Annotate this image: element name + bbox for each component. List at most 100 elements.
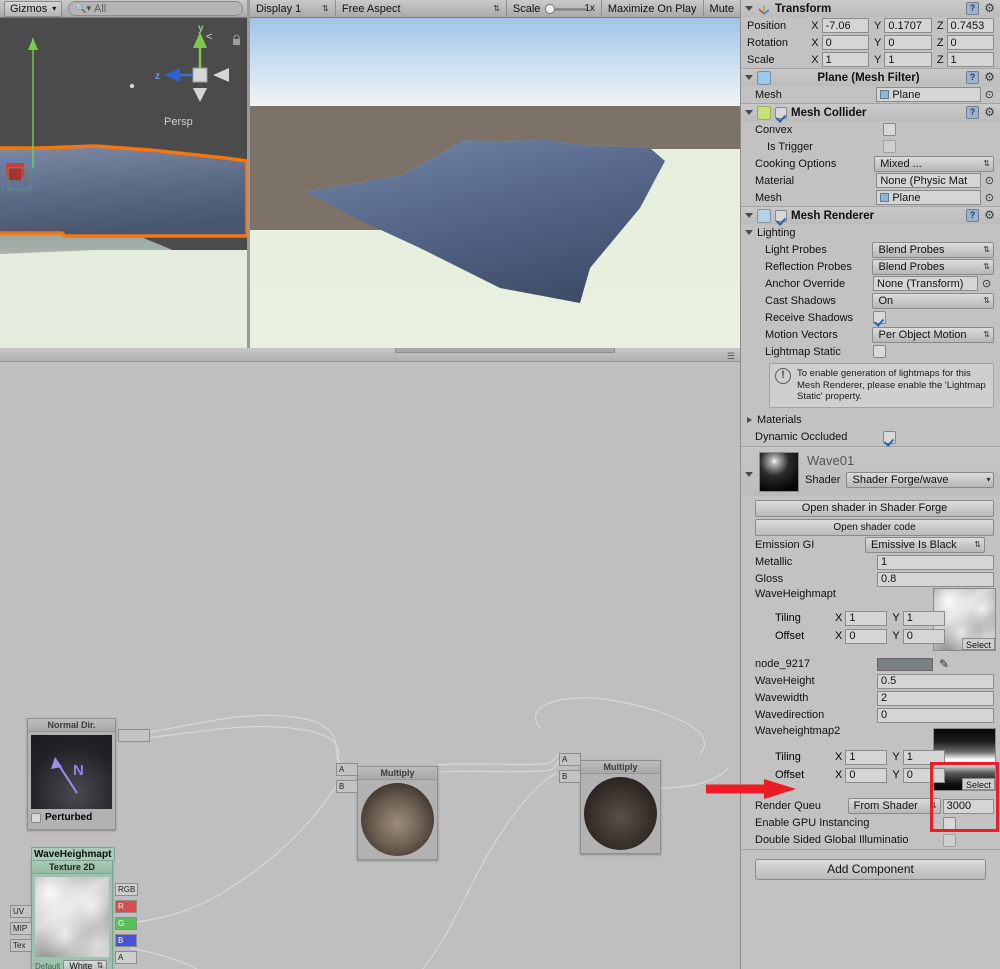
graph-node-multiply-1[interactable]: Multiply A B <box>336 763 438 860</box>
chevron-down-icon[interactable] <box>745 471 753 477</box>
dynamic-occluded-checkbox[interactable] <box>883 430 896 444</box>
waveheightmap-select-button[interactable]: Select <box>961 637 995 650</box>
add-component-button[interactable]: Add Component <box>755 858 986 880</box>
scale-slider-handle[interactable] <box>545 3 556 14</box>
metallic-field[interactable]: 1 <box>877 554 994 570</box>
node-output-a[interactable]: A <box>115 951 137 964</box>
wavewidth-field[interactable]: 2 <box>877 690 994 706</box>
node-output-port[interactable] <box>118 729 150 742</box>
anchor-override-field[interactable]: None (Transform) <box>873 276 978 291</box>
object-picker-icon[interactable]: ⊙ <box>982 277 991 290</box>
mute-audio-toggle[interactable]: Mute <box>704 0 740 18</box>
mesh-collider-header[interactable]: Mesh Collider ? ⚙ <box>741 104 1000 121</box>
receive-shadows-checkbox[interactable] <box>873 311 886 324</box>
eyedropper-icon[interactable]: ✎ <box>937 657 951 671</box>
scale-x-field[interactable]: 1 <box>821 52 870 67</box>
node-color-swatch[interactable] <box>877 657 933 671</box>
tex1-offset-x-field[interactable]: 0 <box>845 628 888 644</box>
node-input-a[interactable]: A <box>336 763 358 776</box>
help-icon[interactable]: ? <box>966 2 979 15</box>
transform-header[interactable]: Transform ? ⚙ <box>741 0 1000 17</box>
node-input-b[interactable]: B <box>559 770 581 783</box>
scale-y-field[interactable]: 1 <box>884 52 932 67</box>
chevron-down-icon[interactable] <box>745 6 753 11</box>
mesh-renderer-header[interactable]: Mesh Renderer ? ⚙ <box>741 207 1000 224</box>
node-output-b[interactable]: B <box>115 934 137 947</box>
help-icon[interactable]: ? <box>966 106 979 119</box>
gear-icon[interactable]: ⚙ <box>983 209 996 222</box>
tex2-offset-x-field[interactable]: 0 <box>845 767 888 783</box>
chevron-down-icon[interactable] <box>745 213 753 218</box>
node-output-r[interactable]: R <box>115 900 137 913</box>
tex2-tiling-x-field[interactable]: 1 <box>845 749 888 765</box>
game-view-viewport[interactable] <box>250 18 740 348</box>
material-header[interactable]: Wave01 Shader Shader Forge/wave ▾ ? ⚙ <box>741 446 1000 496</box>
display-dropdown[interactable]: Display 1 ⇅ <box>250 0 336 18</box>
object-picker-icon[interactable]: ⊙ <box>985 88 994 101</box>
render-queue-dropdown[interactable]: From Shader ⇅ <box>847 798 941 814</box>
graph-node-texture2d-waveheightmap[interactable]: WaveHeighmapt Texture 2D Default White ⇅… <box>10 847 139 969</box>
help-icon[interactable]: ? <box>966 209 979 222</box>
position-y-field[interactable]: 0.1707 <box>884 18 932 33</box>
aspect-dropdown[interactable]: Free Aspect ⇅ <box>336 0 507 18</box>
scale-slider[interactable] <box>545 3 588 14</box>
graph-options-icon[interactable]: ☰ <box>727 351 735 362</box>
tex1-tiling-x-field[interactable]: 1 <box>845 610 888 626</box>
maximize-on-play-toggle[interactable]: Maximize On Play <box>602 0 704 18</box>
waveheight-field[interactable]: 0.5 <box>877 673 994 689</box>
lighting-foldout[interactable]: Lighting <box>741 224 1000 241</box>
position-z-field[interactable]: 0.7453 <box>946 18 994 33</box>
lock-icon[interactable] <box>231 34 242 46</box>
light-probes-dropdown[interactable]: Blend Probes ⇅ <box>872 241 994 258</box>
chevron-down-icon[interactable] <box>745 75 753 80</box>
node-output-g[interactable]: G <box>115 917 137 930</box>
tex1-offset-y-field[interactable]: 0 <box>902 628 945 644</box>
rotation-y-field[interactable]: 0 <box>884 35 932 50</box>
scale-slider-group[interactable]: Scale 1x <box>507 0 602 18</box>
node-input-b[interactable]: B <box>336 780 358 793</box>
collider-mesh-field[interactable]: Plane <box>876 190 981 205</box>
object-picker-icon[interactable]: ⊙ <box>985 191 994 204</box>
object-picker-icon[interactable]: ⊙ <box>985 174 994 187</box>
scale-z-field[interactable]: 1 <box>946 52 994 67</box>
gear-icon[interactable]: ⚙ <box>983 71 996 84</box>
scene-search-input[interactable]: 🔍▾ All <box>68 1 244 16</box>
lightmap-static-checkbox[interactable] <box>873 345 886 358</box>
materials-foldout[interactable]: Materials <box>741 412 1000 429</box>
reflection-probes-dropdown[interactable]: Blend Probes ⇅ <box>872 258 994 275</box>
mesh-object-field[interactable]: Plane <box>876 87 981 102</box>
physic-material-field[interactable]: None (Physic Mat <box>876 173 981 188</box>
node-input-tex[interactable]: Tex <box>10 939 32 952</box>
wavedirection-field[interactable]: 0 <box>877 707 994 723</box>
emission-gi-dropdown[interactable]: Emissive Is Black ⇅ <box>865 537 985 553</box>
position-x-field[interactable]: -7.06 <box>821 18 870 33</box>
perturbed-checkbox[interactable] <box>31 812 41 823</box>
gloss-field[interactable]: 0.8 <box>877 571 994 587</box>
open-shader-forge-button[interactable]: Open shader in Shader Forge <box>755 499 994 517</box>
mesh-renderer-enabled-checkbox[interactable] <box>775 209 787 222</box>
rotation-z-field[interactable]: 0 <box>946 35 994 50</box>
node-input-mip[interactable]: MIP <box>10 922 32 935</box>
graph-node-multiply-2[interactable]: Multiply A B <box>559 753 661 854</box>
gear-icon[interactable]: ⚙ <box>983 2 996 15</box>
node-input-uv[interactable]: UV <box>10 905 32 918</box>
gear-icon[interactable]: ⚙ <box>983 106 996 119</box>
scene-view-viewport[interactable]: < y z Persp <box>0 18 247 348</box>
mesh-filter-header[interactable]: Plane (Mesh Filter) ? ⚙ <box>741 69 1000 86</box>
shader-dropdown[interactable]: Shader Forge/wave ▾ <box>846 471 995 488</box>
scene-projection-label[interactable]: Persp <box>164 116 193 128</box>
node-output-rgb[interactable]: RGB <box>115 883 139 896</box>
mesh-collider-enabled-checkbox[interactable] <box>775 106 787 119</box>
chevron-down-icon[interactable] <box>745 230 753 235</box>
cooking-options-dropdown[interactable]: Mixed ... ⇅ <box>874 155 994 172</box>
cast-shadows-dropdown[interactable]: On ⇅ <box>872 292 994 309</box>
shader-forge-graph-panel[interactable]: ☰ Normal Dir. N Perturbed Multiply A B M… <box>0 348 740 969</box>
motion-vectors-dropdown[interactable]: Per Object Motion ⇅ <box>872 326 994 343</box>
rotation-x-field[interactable]: 0 <box>821 35 870 50</box>
node-input-a[interactable]: A <box>559 753 581 766</box>
chevron-right-icon[interactable] <box>747 417 752 423</box>
scene-gizmo[interactable]: y z Persp <box>122 18 247 138</box>
open-shader-code-button[interactable]: Open shader code <box>755 518 994 536</box>
tex1-tiling-y-field[interactable]: 1 <box>902 610 945 626</box>
graph-node-normal-dir[interactable]: Normal Dir. N Perturbed <box>27 718 150 830</box>
